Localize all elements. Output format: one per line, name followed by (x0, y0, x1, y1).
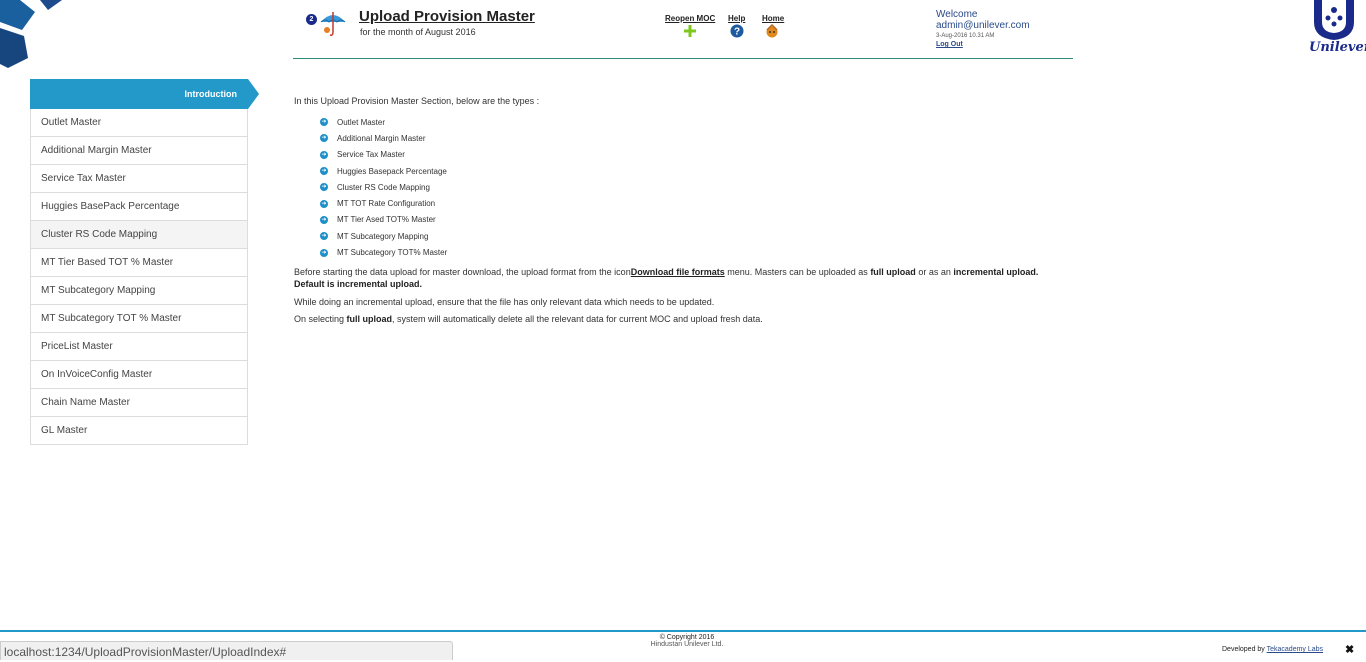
sidebar-item-mt-subcategory-mapping[interactable]: MT Subcategory Mapping (30, 277, 248, 305)
sidebar-item-introduction[interactable]: Introduction (30, 79, 259, 109)
list-item: ➜ Service Tax Master (320, 147, 1074, 163)
page-header: 2 Upload Provision Master for the month … (293, 0, 1073, 59)
incremental-upload-text: incremental upload. (953, 266, 1039, 277)
page-title: Upload Provision Master (359, 8, 535, 25)
sidebar-item-service-tax-master[interactable]: Service Tax Master (30, 165, 248, 193)
arrow-right-icon: ➜ (320, 167, 328, 176)
note-text: On selecting (294, 314, 347, 325)
download-file-formats-link[interactable]: Download file formats (631, 267, 725, 277)
corner-decoration (0, 0, 62, 68)
arrow-right-icon: ➜ (320, 248, 328, 257)
help-link[interactable]: Help (728, 14, 745, 23)
help-icon[interactable]: ? (730, 24, 744, 38)
instruction-text: or as an (915, 266, 954, 277)
reopen-moc-link[interactable]: Reopen MOC (665, 14, 715, 23)
incremental-note: While doing an incremental upload, ensur… (294, 296, 715, 307)
home-icon[interactable] (765, 24, 779, 38)
sidebar-item-on-invoiceconfig-master[interactable]: On InVoiceConfig Master (30, 361, 248, 389)
umbrella-icon (320, 12, 346, 36)
sidebar-item-cluster-rs-code-mapping[interactable]: Cluster RS Code Mapping (30, 221, 248, 249)
developer-link[interactable]: Tekacademy Labs (1267, 646, 1323, 653)
type-label: MT Subcategory Mapping (337, 231, 429, 241)
type-label: Outlet Master (337, 117, 386, 127)
sidebar-item-mt-tier-based-tot-master[interactable]: MT Tier Based TOT % Master (30, 249, 248, 277)
upload-instructions: Before starting the data upload for mast… (294, 266, 1074, 291)
user-email: admin@unilever.com (936, 20, 1030, 31)
company-name: Hindustan Unilever Ltd. (650, 641, 724, 648)
list-item: ➜ MT Tier Ased TOT% Master (320, 212, 1074, 228)
list-item: ➜ MT Subcategory TOT% Master (320, 244, 1074, 260)
list-item: ➜ Cluster RS Code Mapping (320, 179, 1074, 195)
type-label: Huggies Basepack Percentage (337, 166, 447, 176)
sidebar-item-mt-subcategory-tot-master[interactable]: MT Subcategory TOT % Master (30, 305, 248, 333)
arrow-right-icon: ➜ (320, 150, 328, 159)
full-upload-text: full upload (346, 314, 393, 325)
copyright-text: © Copyright 2016 (659, 634, 715, 641)
login-datetime: 3-Aug-2016 10.31 AM (936, 33, 995, 39)
type-label: MT TOT Rate Configuration (337, 199, 436, 209)
arrow-right-icon: ➜ (320, 232, 328, 241)
type-label: MT Tier Ased TOT% Master (337, 215, 436, 225)
close-icon[interactable]: ✖ (1345, 643, 1354, 656)
instruction-text: Before starting the data upload for mast… (294, 266, 631, 277)
list-item: ➜ Huggies Basepack Percentage (320, 163, 1074, 179)
sidebar-item-huggies-basepack-percentage[interactable]: Huggies BasePack Percentage (30, 193, 248, 221)
developed-by: Developed by Tekacademy Labs (1222, 646, 1323, 653)
type-label: Additional Margin Master (337, 133, 426, 143)
type-list: ➜ Outlet Master ➜ Additional Margin Master… (294, 114, 1074, 261)
notification-badge[interactable]: 2 (306, 14, 317, 25)
footer-divider (0, 630, 1366, 632)
type-label: Service Tax Master (337, 150, 405, 160)
user-info: Welcome admin@unilever.com 3-Aug-2016 10… (936, 9, 1030, 48)
type-label: MT Subcategory TOT% Master (337, 248, 448, 258)
sidebar-item-gl-master[interactable]: GL Master (30, 417, 248, 445)
instruction-text: menu. Masters can be uploaded as (724, 266, 871, 277)
arrow-right-icon: ➜ (320, 118, 328, 127)
sidebar-item-additional-margin-master[interactable]: Additional Margin Master (30, 137, 248, 165)
brand-name: Unilever (1309, 40, 1366, 55)
list-item: ➜ Outlet Master (320, 114, 1074, 130)
main-content: In this Upload Provision Master Section,… (294, 96, 1074, 326)
type-label: Cluster RS Code Mapping (337, 182, 430, 192)
sidebar-item-pricelist-master[interactable]: PriceList Master (30, 333, 248, 361)
full-upload-note: On selecting full upload, system will au… (294, 313, 1074, 326)
logout-link[interactable]: Log Out (936, 41, 1030, 48)
list-item: ➜ MT TOT Rate Configuration (320, 195, 1074, 211)
list-item: ➜ MT Subcategory Mapping (320, 228, 1074, 244)
arrow-right-icon: ➜ (320, 215, 328, 224)
arrow-right-icon: ➜ (320, 134, 328, 143)
developed-by-text: Developed by (1222, 646, 1267, 653)
full-upload-text: full upload (870, 266, 916, 277)
welcome-text: Welcome (936, 9, 978, 20)
sidebar: Introduction Outlet Master Additional Ma… (30, 79, 259, 445)
copyright: © Copyright 2016 Hindustan Unilever Ltd. (647, 634, 727, 648)
list-item: ➜ Additional Margin Master (320, 130, 1074, 146)
arrow-right-icon: ➜ (320, 199, 328, 208)
sidebar-item-chain-name-master[interactable]: Chain Name Master (30, 389, 248, 417)
browser-status-bar: localhost:1234/UploadProvisionMaster/Upl… (0, 641, 453, 660)
sidebar-item-outlet-master[interactable]: Outlet Master (30, 109, 248, 137)
svg-text:?: ? (734, 27, 740, 38)
intro-text: In this Upload Provision Master Section,… (294, 96, 540, 106)
home-link[interactable]: Home (762, 14, 784, 23)
page-subtitle: for the month of August 2016 (360, 27, 476, 37)
default-upload-text: Default is incremental upload. (294, 279, 423, 290)
note-text: , system will automatically delete all t… (392, 314, 763, 325)
arrow-right-icon: ➜ (320, 183, 328, 192)
plus-icon[interactable] (683, 24, 697, 38)
